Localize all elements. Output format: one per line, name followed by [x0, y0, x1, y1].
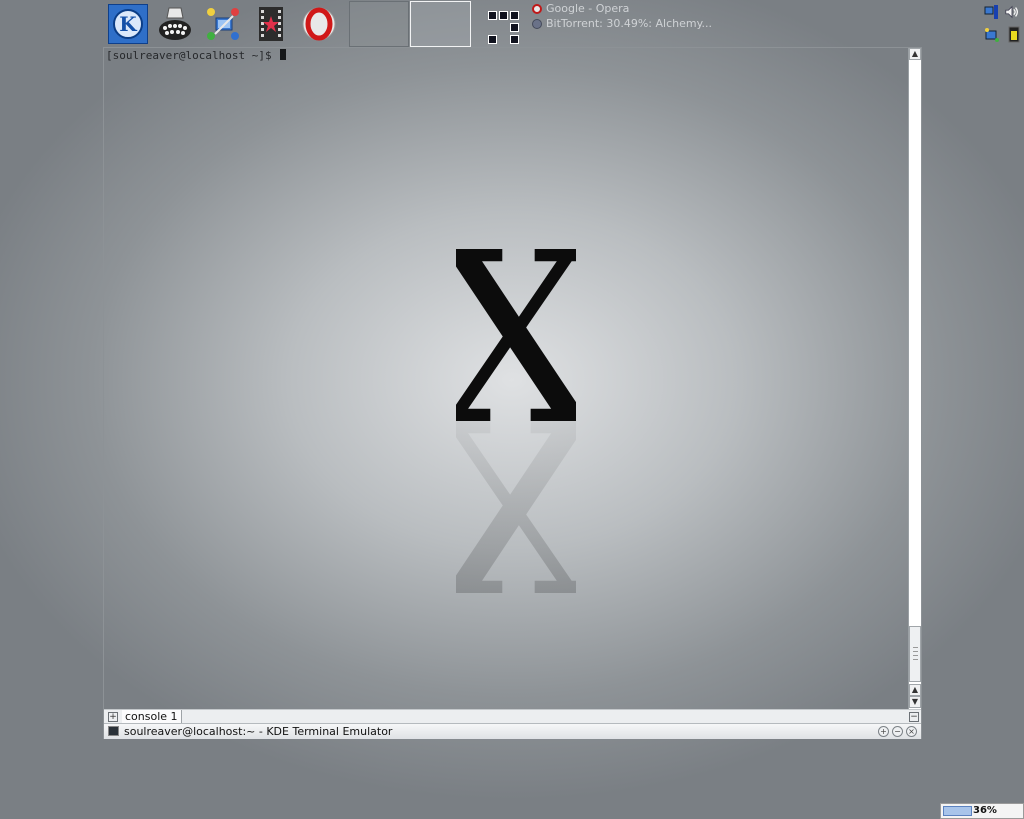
terminal-tab-bar: + console 1 −: [104, 709, 921, 723]
window-title: soulreaver@localhost:~ - KDE Terminal Em…: [124, 725, 393, 738]
desktop-pager-1[interactable]: [349, 1, 409, 47]
scroll-up-button[interactable]: ▲: [909, 684, 921, 696]
shell-prompt: [soulreaver@localhost ~]$: [106, 49, 287, 62]
text-cursor: [280, 49, 287, 60]
network-launcher[interactable]: [202, 3, 244, 45]
network-icon[interactable]: [984, 4, 1000, 20]
taskbar-item-bittorrent[interactable]: BitTorrent: 30.49%: Alchemy...: [532, 16, 792, 31]
wallpaper-x-logo: X X: [456, 238, 576, 598]
maximize-button[interactable]: +: [878, 726, 889, 737]
media-player-launcher[interactable]: [250, 3, 292, 45]
opera-icon: [302, 7, 336, 41]
taskbar-item-opera[interactable]: Google - Opera: [532, 1, 792, 16]
scroll-up-top-button[interactable]: ▲: [909, 48, 921, 60]
kwrite-launcher[interactable]: [154, 3, 196, 45]
film-star-icon: [259, 7, 283, 41]
system-tray: [984, 2, 1024, 46]
kde-menu-button[interactable]: K: [108, 4, 148, 44]
taskbar: Google - Opera BitTorrent: 30.49%: Alche…: [532, 1, 792, 31]
scrollbar-thumb[interactable]: [909, 626, 921, 682]
wallpaper-letter-reflection: X: [456, 365, 576, 598]
opera-icon: [532, 3, 542, 14]
battery-monitor[interactable]: 36%: [940, 803, 1024, 819]
terminal-app-icon[interactable]: [108, 726, 119, 736]
network-computers-icon: [207, 8, 239, 40]
taskbar-item-label: Google - Opera: [546, 2, 630, 15]
opera-launcher[interactable]: [298, 3, 340, 45]
taskbar-item-label: BitTorrent: 30.49%: Alchemy...: [546, 17, 713, 30]
new-tab-button[interactable]: +: [108, 712, 118, 722]
kde-logo-icon: K: [113, 9, 143, 39]
bittorrent-icon: [532, 18, 542, 29]
terminal-area[interactable]: [soulreaver@localhost ~]$ X X: [104, 48, 909, 709]
close-tab-button[interactable]: −: [909, 712, 919, 722]
battery-level-bar: [943, 806, 972, 816]
typewriter-icon: [159, 7, 191, 40]
battery-icon[interactable]: [1006, 26, 1022, 43]
network-manager-icon[interactable]: [984, 27, 1000, 43]
battery-percent: 36%: [973, 805, 997, 816]
desktop-pager-2[interactable]: [410, 1, 471, 47]
scroll-down-button[interactable]: ▼: [909, 696, 921, 708]
konsole-window: [soulreaver@localhost ~]$ X X ▲ ▲ ▼ + co…: [103, 47, 922, 739]
terminal-scrollbar[interactable]: ▲ ▲ ▼: [908, 48, 921, 709]
close-button[interactable]: ×: [906, 726, 917, 737]
tab-console-1[interactable]: console 1: [122, 710, 182, 723]
volume-icon[interactable]: [1004, 4, 1020, 20]
kde-panel: K Google - Opera BitTorrent: 30.49%: Alc…: [104, 0, 1020, 48]
minimize-button[interactable]: −: [892, 726, 903, 737]
window-titlebar[interactable]: soulreaver@localhost:~ - KDE Terminal Em…: [104, 723, 921, 739]
window-list-grid-icon[interactable]: [488, 11, 524, 45]
